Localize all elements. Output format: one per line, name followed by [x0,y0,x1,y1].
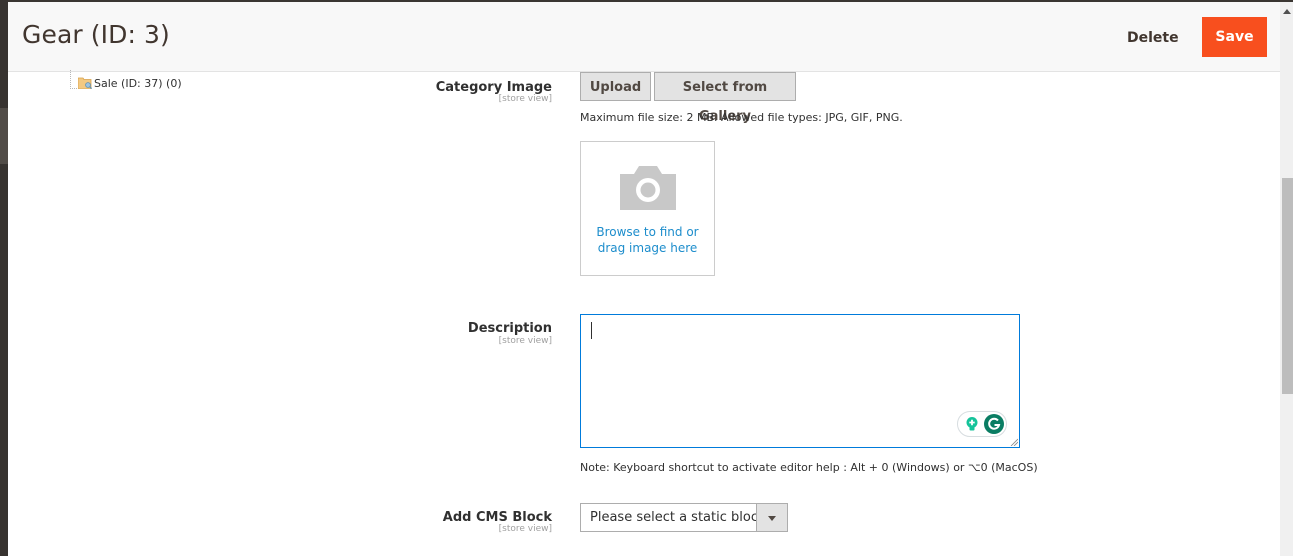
delete-button[interactable]: Delete [1115,19,1191,57]
browse-image-link[interactable]: Browse to find or drag image here [581,224,714,256]
lightbulb-icon[interactable] [964,416,980,432]
cms-block-scope: [store view] [498,524,552,534]
save-button[interactable]: Save [1202,17,1267,57]
cms-block-select[interactable]: Please select a static block. [580,503,788,532]
browse-text-line2: drag image here [597,241,698,255]
scrollbar-thumb[interactable] [1282,178,1293,394]
description-label: Description [467,321,552,336]
cms-block-selected-value: Please select a static block. [590,510,770,525]
cms-block-dropdown-toggle[interactable] [756,504,787,531]
browse-text-line1: Browse to find or [596,225,699,239]
admin-sidebar-edge [0,0,8,556]
camera-icon [620,166,676,210]
cms-block-label: Add CMS Block [442,510,552,525]
grammarly-icon[interactable] [984,414,1004,434]
sidebar-active-segment [0,108,8,164]
file-size-note: Maximum file size: 2 MB. Allowed file ty… [580,111,903,124]
tree-node-sale[interactable]: Sale (ID: 37) (0) [94,77,182,90]
page-scrollbar[interactable] [1280,2,1293,556]
folder-icon [78,77,92,89]
category-image-label: Category Image [435,80,552,95]
editor-shortcut-note: Note: Keyboard shortcut to activate edit… [580,461,1038,474]
text-caret [591,322,592,339]
description-scope: [store view] [498,336,552,346]
description-textarea[interactable] [580,314,1020,448]
category-image-scope: [store view] [498,94,552,104]
page-title: Gear (ID: 3) [22,20,170,49]
resize-handle-icon[interactable] [1010,438,1018,446]
select-from-gallery-button[interactable]: Select from Gallery [654,72,796,124]
grammarly-widget[interactable] [957,411,1007,437]
page-header: Gear (ID: 3) Delete Save [8,2,1280,72]
image-dropzone[interactable]: Browse to find or drag image here [580,141,715,276]
chevron-down-icon [768,516,776,521]
upload-button[interactable]: Upload [580,72,651,101]
scroll-up-arrow-icon[interactable] [1283,9,1291,14]
